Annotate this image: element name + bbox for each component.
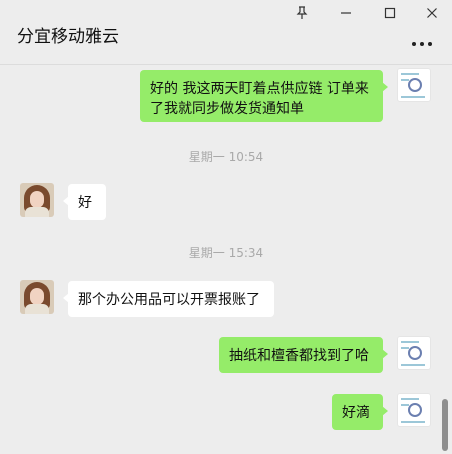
timestamp: 星期一 15:34 bbox=[188, 246, 264, 260]
message-bubble-incoming[interactable]: 好 bbox=[63, 184, 106, 220]
close-icon bbox=[427, 8, 437, 18]
maximize-icon bbox=[384, 7, 396, 19]
contact-avatar[interactable] bbox=[20, 183, 54, 217]
pin-button[interactable] bbox=[282, 0, 322, 26]
my-avatar[interactable] bbox=[397, 68, 431, 102]
my-avatar[interactable] bbox=[397, 336, 431, 370]
more-button[interactable] bbox=[410, 36, 434, 52]
pin-icon bbox=[296, 6, 308, 19]
message-bubble-outgoing[interactable]: 抽纸和檀香都找到了哈 bbox=[219, 337, 388, 373]
close-button[interactable] bbox=[412, 0, 452, 26]
chat-title: 分宜移动雅云 bbox=[17, 27, 119, 47]
my-avatar[interactable] bbox=[397, 393, 431, 427]
maximize-button[interactable] bbox=[370, 0, 410, 26]
message-bubble-outgoing[interactable]: 好的 我这两天盯着点供应链 订单来 了我就同步做发货通知单 bbox=[140, 70, 388, 122]
minimize-icon bbox=[341, 12, 351, 14]
contact-avatar[interactable] bbox=[20, 280, 54, 314]
title-bar: 分宜移动雅云 bbox=[0, 0, 452, 65]
chat-window: 分宜移动雅云 好的 我这两天盯着点供应链 订单来 了我就同步做发货通知单 星期一… bbox=[0, 0, 452, 454]
timestamp: 星期一 10:54 bbox=[188, 150, 264, 164]
scrollbar-thumb[interactable] bbox=[442, 399, 448, 451]
minimize-button[interactable] bbox=[326, 0, 366, 26]
message-list[interactable]: 好的 我这两天盯着点供应链 订单来 了我就同步做发货通知单 星期一 10:54 … bbox=[0, 65, 452, 454]
message-bubble-outgoing[interactable]: 好滴 bbox=[332, 394, 388, 430]
message-bubble-incoming[interactable]: 那个办公用品可以开票报账了 bbox=[63, 281, 274, 317]
more-dots-icon bbox=[412, 42, 416, 46]
